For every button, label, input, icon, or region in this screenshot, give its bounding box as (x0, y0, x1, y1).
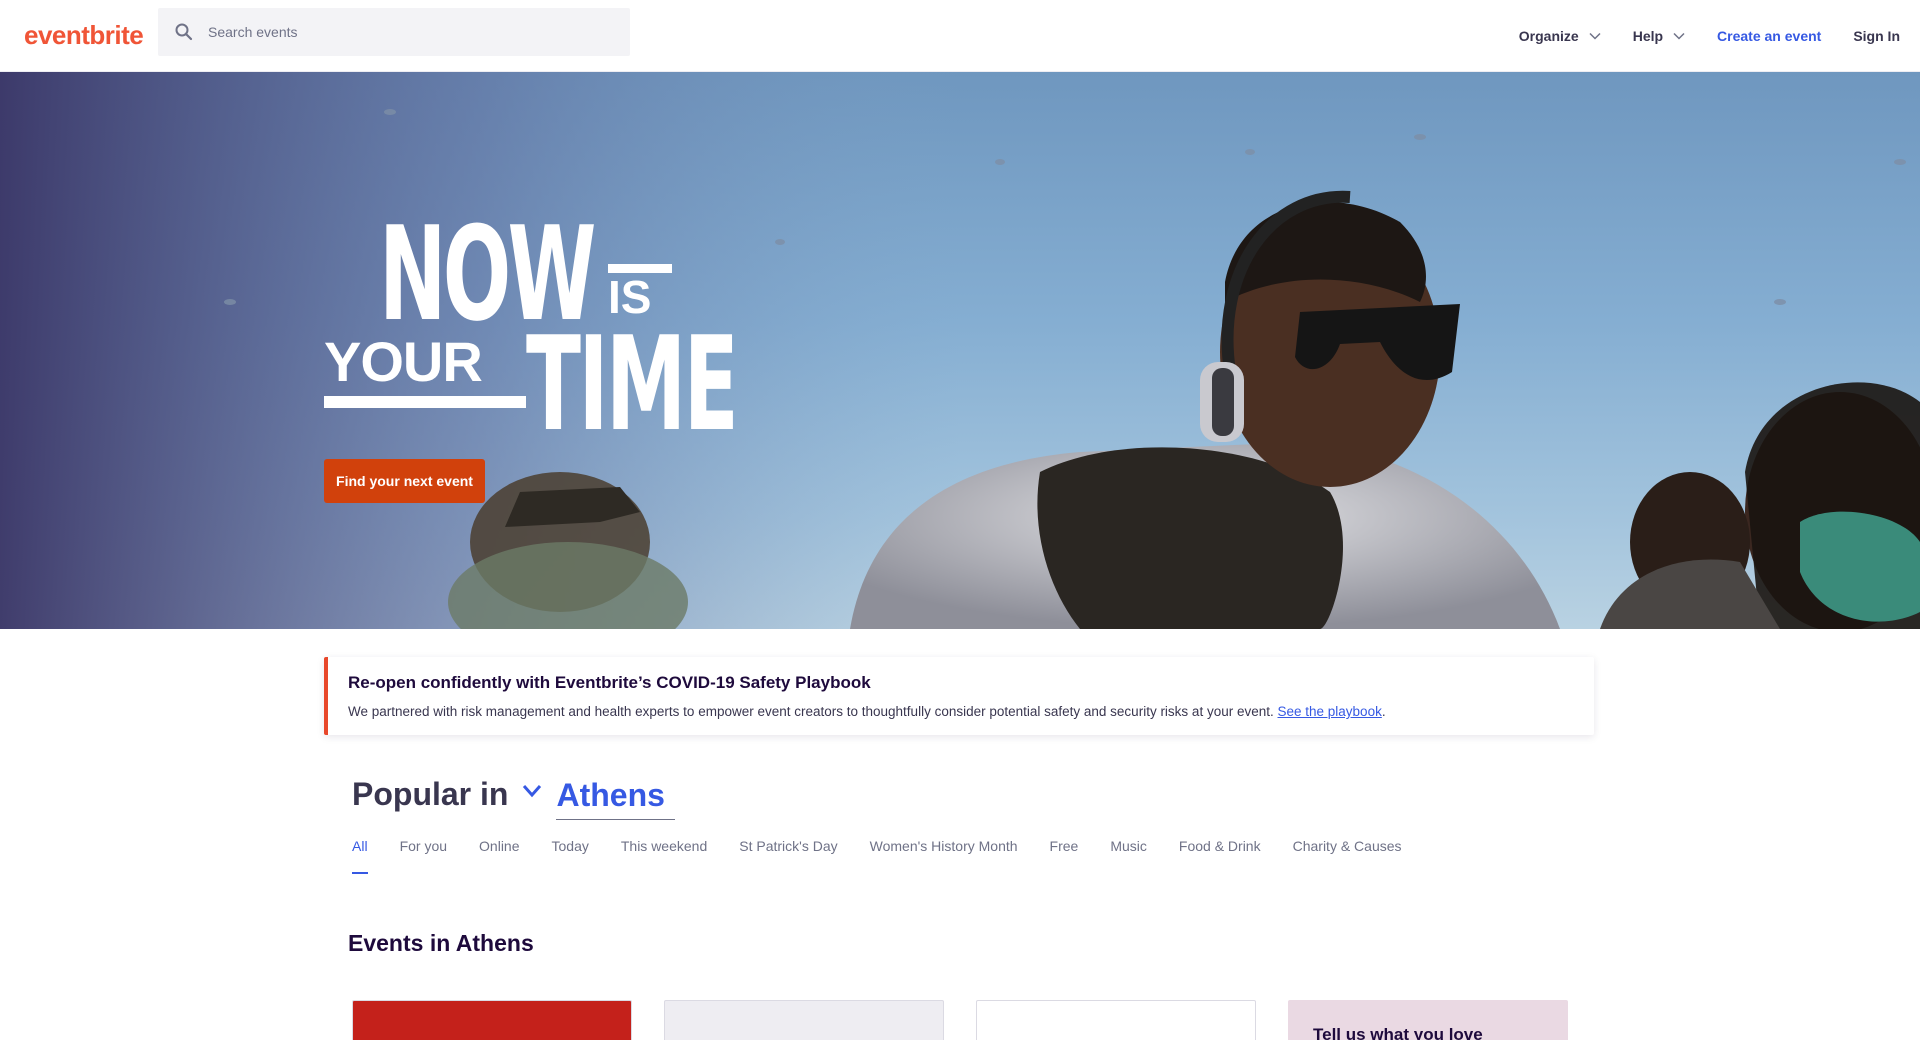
sign-in-link[interactable]: Sign In (1837, 0, 1920, 72)
popular-in-location: Popular in Athens (352, 764, 675, 820)
help-label: Help (1632, 28, 1664, 44)
banner-title: Re-open confidently with Eventbrite’s CO… (348, 673, 871, 692)
popular-label: Popular in (352, 776, 509, 812)
preferences-card[interactable]: Tell us what you love (1288, 1000, 1568, 1040)
tab-online[interactable]: Online (479, 838, 519, 874)
category-tabs: All For you Online Today This weekend St Patr… (352, 838, 1434, 874)
search-box[interactable] (158, 8, 630, 56)
tab-all[interactable]: All (352, 838, 368, 874)
hero-word-your: YOUR (324, 330, 483, 393)
organize-menu[interactable]: Organize (1503, 0, 1617, 72)
tab-music[interactable]: Music (1110, 838, 1147, 874)
see-playbook-link[interactable]: See the playbook (1278, 704, 1382, 719)
chevron-down-icon (1589, 32, 1601, 40)
hero-word-time: TIME (526, 308, 739, 460)
chevron-down-icon[interactable] (522, 784, 542, 798)
covid-safety-banner: Re-open confidently with Eventbrite’s CO… (324, 657, 1594, 735)
chevron-down-icon (1673, 32, 1685, 40)
location-selector[interactable]: Athens (556, 775, 675, 820)
hero-banner: NOW IS YOUR TIME Find your next event (0, 72, 1920, 629)
eventbrite-logo[interactable]: eventbrite (24, 20, 144, 51)
tab-st-patrick-s-day[interactable]: St Patrick's Day (739, 838, 837, 874)
banner-text: We partnered with risk management and he… (348, 704, 1274, 719)
help-menu[interactable]: Help (1617, 0, 1701, 72)
banner-trailing: . (1381, 704, 1386, 719)
hero-underline-bar (324, 396, 526, 408)
create-event-link[interactable]: Create an event (1701, 0, 1837, 72)
search-input[interactable] (208, 8, 618, 56)
hero-photo (0, 72, 1920, 629)
tab-today[interactable]: Today (552, 838, 589, 874)
tab-this-weekend[interactable]: This weekend (621, 838, 707, 874)
organize-label: Organize (1518, 28, 1579, 44)
tab-for-you[interactable]: For you (400, 838, 447, 874)
banner-body: We partnered with risk management and he… (348, 704, 1386, 719)
tab-charity-causes[interactable]: Charity & Causes (1293, 838, 1402, 874)
preferences-card-title: Tell us what you love (1313, 1025, 1483, 1040)
tab-women-s-history-month[interactable]: Women's History Month (870, 838, 1018, 874)
hero-headline: NOW IS YOUR TIME (324, 209, 744, 460)
tab-food-drink[interactable]: Food & Drink (1179, 838, 1261, 874)
tab-free[interactable]: Free (1050, 838, 1079, 874)
top-navigation-bar: eventbrite Organize Help Create an event… (0, 0, 1920, 72)
header-nav: Organize Help Create an event Sign In (1503, 0, 1920, 72)
event-card[interactable] (664, 1000, 944, 1040)
search-icon (175, 23, 193, 41)
event-card[interactable] (352, 1000, 632, 1040)
event-card[interactable] (976, 1000, 1256, 1040)
find-next-event-button[interactable]: Find your next event (324, 459, 485, 503)
section-title: Events in Athens (348, 930, 534, 956)
